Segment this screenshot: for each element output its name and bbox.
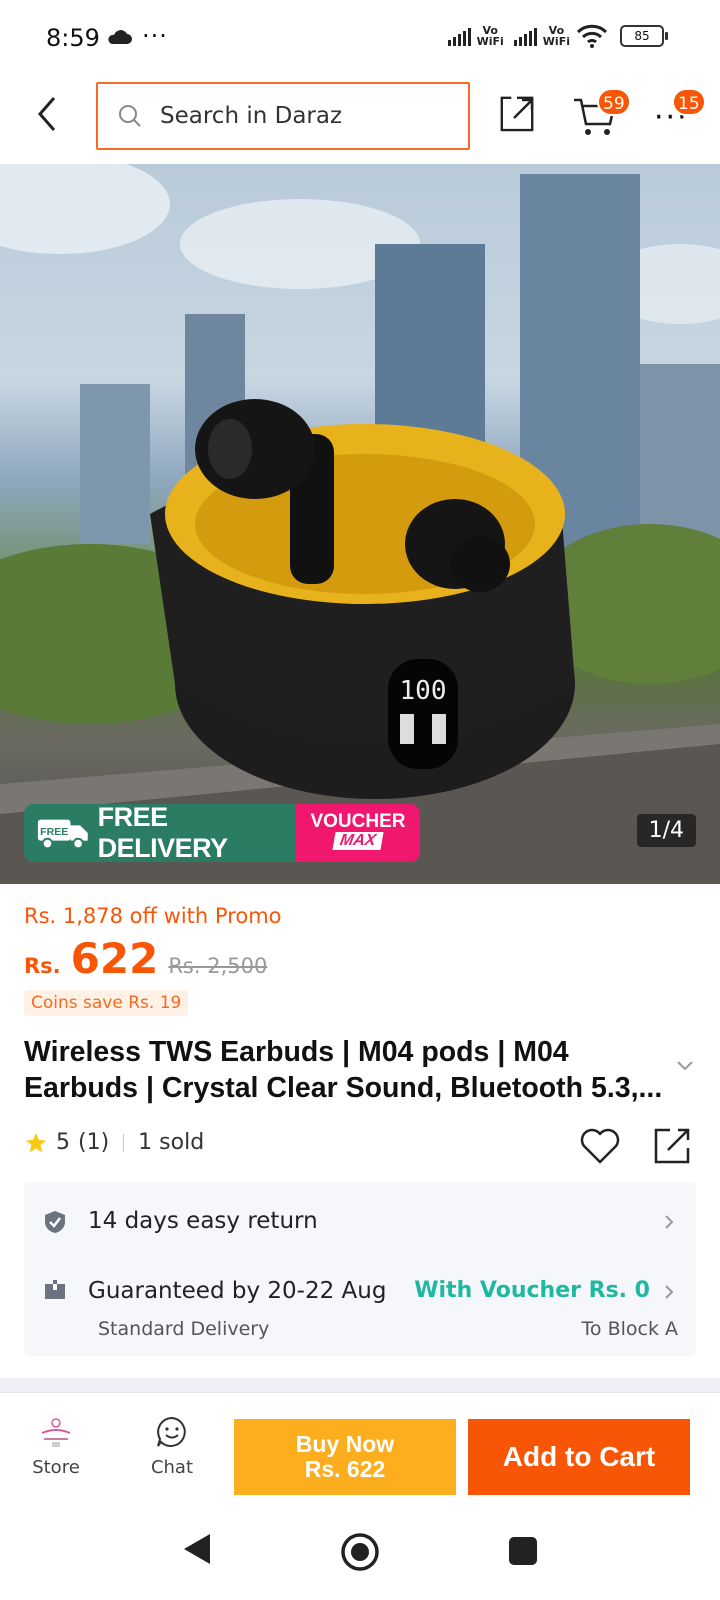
nav-home-icon[interactable]	[340, 1532, 380, 1572]
delivery-destination: To Block A	[581, 1318, 678, 1340]
delivery-guarantee[interactable]: Guaranteed by 20-22 Aug	[88, 1278, 386, 1304]
svg-text:FREE: FREE	[40, 826, 68, 838]
more-badge: 15	[672, 88, 706, 116]
product-title[interactable]: Wireless TWS Earbuds | M04 pods | M04 Ea…	[24, 1034, 674, 1106]
back-arrow-icon[interactable]	[30, 94, 66, 134]
sold-count: 1 sold	[138, 1130, 205, 1155]
delivery-type: Standard Delivery	[98, 1318, 270, 1340]
box-icon	[45, 1280, 65, 1299]
search-placeholder: Search in Daraz	[160, 103, 343, 129]
search-input[interactable]: Search in Daraz	[96, 82, 470, 150]
nav-recents-icon[interactable]	[508, 1536, 538, 1566]
rating-row[interactable]: 5 (1) 1 sold	[24, 1130, 204, 1155]
chevron-down-icon[interactable]	[676, 1060, 694, 1072]
product-image[interactable]: 100 FREE FREE DELIVERY VOUCHER MAX 1/4	[0, 164, 720, 884]
svg-text:100: 100	[400, 676, 447, 706]
truck-icon: FREE	[37, 819, 88, 850]
signal-icon	[513, 26, 537, 46]
voucher-delivery-fee[interactable]: With Voucher Rs. 0	[414, 1278, 650, 1303]
star-icon	[26, 1132, 46, 1152]
promo-text[interactable]: Rs. 1,878 off with Promo	[24, 904, 282, 928]
battery-icon: 85	[620, 25, 668, 47]
free-delivery-badge: FREE FREE DELIVERY	[24, 802, 296, 863]
cart-badge: 59	[597, 88, 631, 116]
delivery-info: 14 days easy return Guaranteed by 20-22 …	[24, 1182, 696, 1356]
chevron-right-icon[interactable]	[664, 1214, 674, 1230]
product-photo: 100	[0, 164, 720, 884]
share-icon[interactable]	[652, 1126, 692, 1166]
store-label: Store	[32, 1457, 80, 1478]
store-button[interactable]: Store	[28, 1415, 84, 1478]
search-icon	[119, 105, 141, 127]
add-to-cart-button[interactable]: Add to Cart	[468, 1419, 690, 1495]
shield-check-icon	[45, 1211, 65, 1233]
top-nav: Search in Daraz 59 ··· 15	[0, 78, 720, 164]
chat-label: Chat	[150, 1457, 194, 1478]
chat-button[interactable]: Chat	[144, 1415, 200, 1478]
rating-value: 5	[56, 1130, 70, 1155]
chat-icon	[157, 1416, 186, 1447]
wifi-icon	[576, 24, 608, 48]
divider	[123, 1133, 125, 1152]
price-row: Rs. 622 Rs. 2,500	[24, 934, 267, 983]
rating-count: (1)	[78, 1130, 110, 1155]
status-right: Vo WiFi Vo WiFi 85	[447, 24, 668, 48]
section-divider	[0, 1378, 720, 1392]
cloud-icon	[108, 30, 132, 44]
buy-now-button[interactable]: Buy Now Rs. 622	[234, 1419, 456, 1495]
system-nav-bar	[0, 1498, 720, 1600]
nav-back-icon[interactable]	[182, 1532, 212, 1566]
vowifi-label: Vo WiFi	[542, 24, 570, 48]
status-bar: 8:59 ··· Vo WiFi Vo WiFi 85	[0, 0, 720, 78]
share-icon[interactable]	[498, 94, 538, 134]
image-counter: 1/4	[636, 814, 696, 847]
price-value: 622	[70, 934, 159, 983]
free-delivery-label: FREE DELIVERY	[97, 802, 229, 863]
vowifi-label: Vo WiFi	[476, 24, 504, 48]
voucher-max-badge: VOUCHER MAX	[296, 804, 420, 862]
store-logo-icon	[41, 1418, 71, 1447]
action-bar: Store Chat Buy Now Rs. 622 Add to Cart	[0, 1392, 720, 1498]
return-policy[interactable]: 14 days easy return	[88, 1208, 318, 1234]
price-currency: Rs.	[24, 954, 61, 978]
original-price: Rs. 2,500	[168, 954, 268, 978]
signal-icon	[447, 26, 471, 46]
buy-now-price: Rs. 622	[304, 1456, 386, 1482]
buy-now-label: Buy Now	[295, 1431, 395, 1457]
status-time: 8:59	[46, 24, 100, 52]
chevron-right-icon[interactable]	[664, 1284, 674, 1300]
coins-badge: Coins save Rs. 19	[24, 990, 189, 1016]
status-overflow: ···	[142, 22, 168, 50]
heart-icon[interactable]	[580, 1128, 620, 1164]
